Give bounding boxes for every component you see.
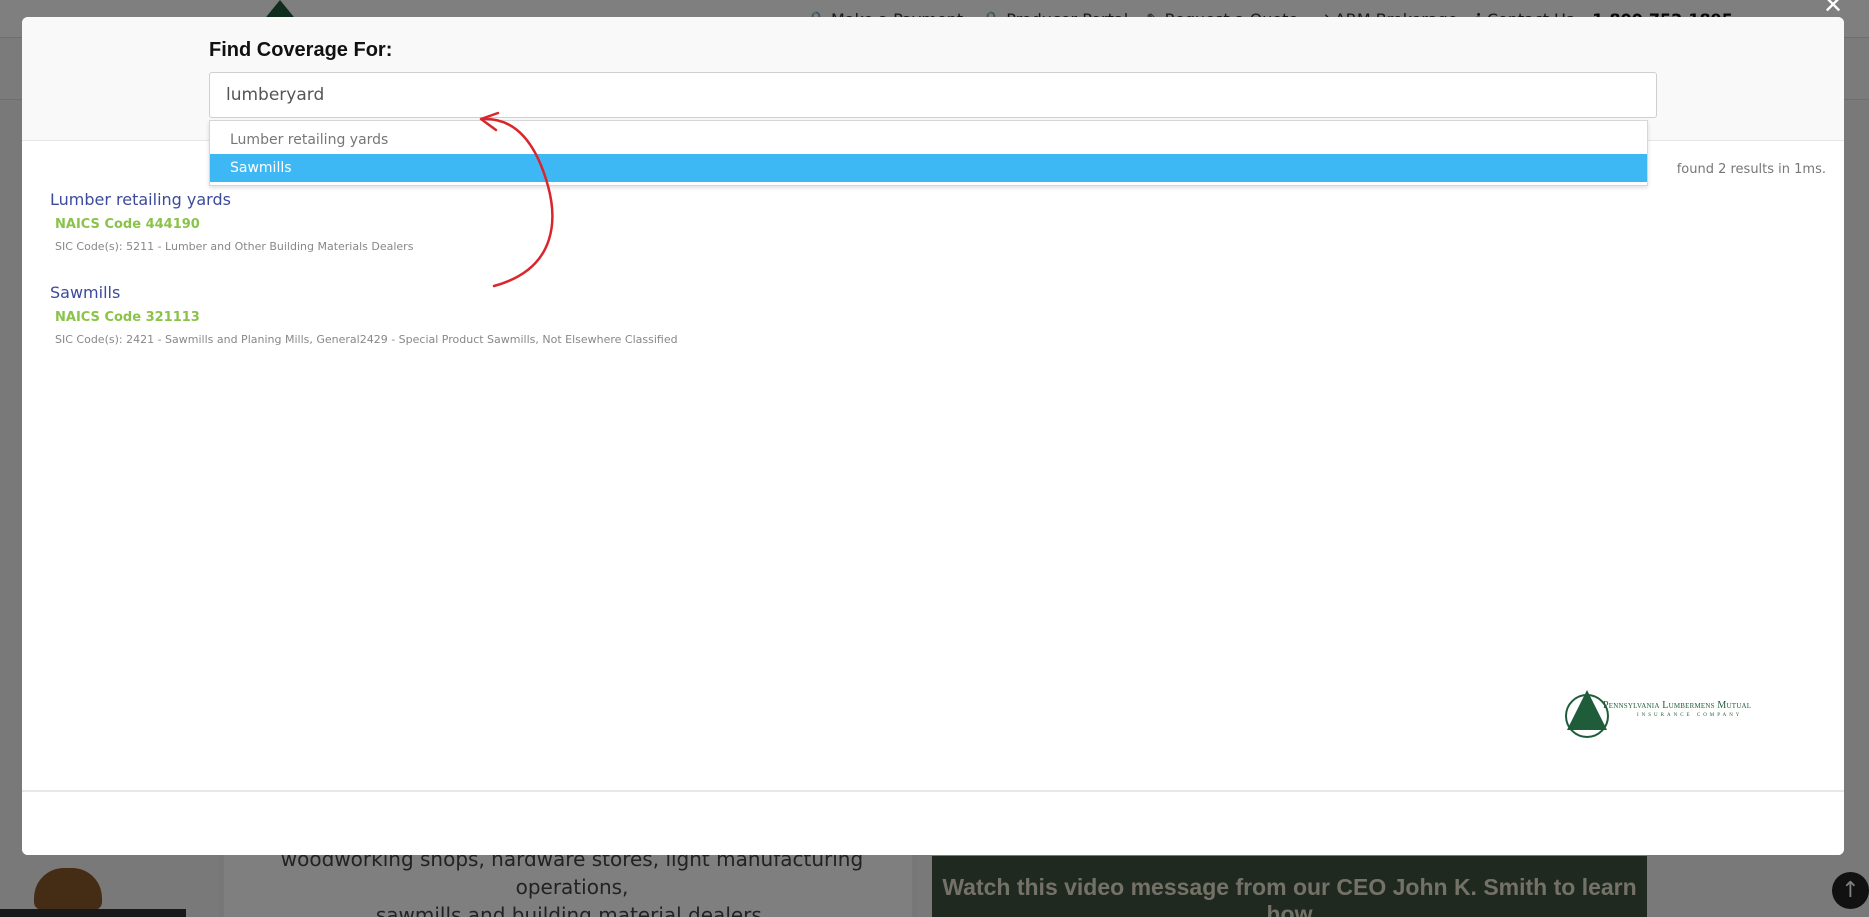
result-naics-code: NAICS Code 444190 — [55, 217, 200, 232]
autocomplete-item-selected[interactable]: Sawmills — [210, 154, 1647, 182]
brand-subline: INSURANCE COMPANY — [1637, 713, 1743, 718]
result-sic-codes: SIC Code(s): 5211 - Lumber and Other Bui… — [55, 240, 414, 253]
modal-footer — [22, 790, 1844, 855]
result-title-link[interactable]: Sawmills — [50, 283, 678, 302]
result-item: Lumber retailing yards NAICS Code 444190… — [50, 190, 413, 253]
results-count: found 2 results in 1ms. — [1676, 162, 1826, 177]
autocomplete-dropdown: Lumber retailing yards Sawmills — [209, 120, 1648, 186]
result-sic-codes: SIC Code(s): 2421 - Sawmills and Planing… — [55, 333, 678, 346]
find-coverage-modal: Find Coverage For: Lumber retailing yard… — [22, 17, 1844, 855]
autocomplete-item[interactable]: Lumber retailing yards — [210, 126, 1647, 154]
result-title-link[interactable]: Lumber retailing yards — [50, 190, 413, 209]
brand-tree-icon — [1567, 690, 1607, 730]
close-icon[interactable]: ✕ — [1820, 0, 1846, 18]
result-item: Sawmills NAICS Code 321113 SIC Code(s): … — [50, 283, 678, 346]
brand-name: Pennsylvania Lumbermens Mutual — [1603, 700, 1752, 711]
coverage-search-input[interactable] — [209, 72, 1657, 118]
find-coverage-label: Find Coverage For: — [209, 39, 393, 61]
brand-logo: Pennsylvania Lumbermens Mutual INSURANCE… — [1563, 688, 1763, 740]
result-naics-code: NAICS Code 321113 — [55, 310, 200, 325]
